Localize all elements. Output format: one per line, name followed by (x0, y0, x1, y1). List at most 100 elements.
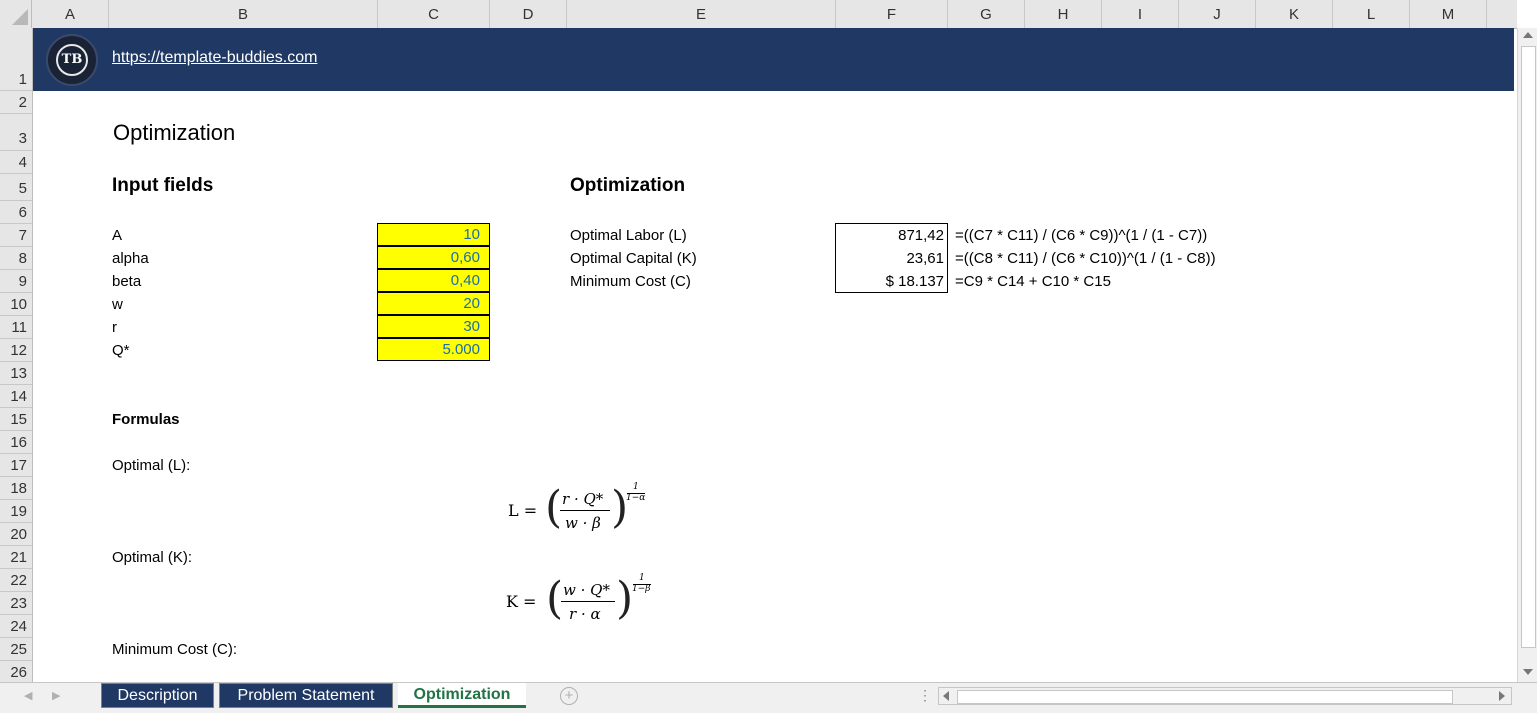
column-header-b[interactable]: B (109, 0, 378, 28)
row-header-20[interactable]: 20 (0, 523, 32, 546)
sheet-tab-bar: ◀ ▶ Description Problem Statement Optimi… (0, 682, 1537, 713)
template-buddies-logo: TB (46, 34, 98, 86)
next-sheet-icon[interactable]: ▶ (52, 689, 60, 702)
row-header-bar: 1 2 3 4 5 6 7 8 9 10 11 12 13 14 15 16 1… (0, 28, 33, 682)
prev-sheet-icon[interactable]: ◀ (24, 689, 32, 702)
row-header-19[interactable]: 19 (0, 500, 32, 523)
input-fields-heading: Input fields (112, 175, 214, 196)
scroll-up-arrow-icon[interactable] (1523, 32, 1533, 38)
column-header-j[interactable]: J (1179, 0, 1256, 28)
column-header-i[interactable]: I (1102, 0, 1179, 28)
minimum-cost-value[interactable]: $ 18.137 (835, 270, 948, 293)
row-header-4[interactable]: 4 (0, 151, 32, 174)
optimal-capital-formula[interactable]: =((C8 * C11) / (C6 * C10))^(1 / (1 - C8)… (955, 250, 1216, 267)
equation-k-numerator: w · Q* (563, 581, 610, 599)
tab-description[interactable]: Description (101, 683, 214, 708)
horizontal-scrollbar[interactable] (938, 687, 1512, 705)
row-header-7[interactable]: 7 (0, 224, 32, 247)
equation-k-exp-den: 1−β (632, 584, 651, 594)
column-header-e[interactable]: E (567, 0, 836, 28)
row-header-9[interactable]: 9 (0, 270, 32, 293)
vertical-scroll-thumb[interactable] (1521, 46, 1536, 648)
input-label-r: r (112, 319, 117, 336)
logo-monogram: TB (56, 44, 88, 76)
sheet-title: Optimization (113, 120, 236, 145)
scroll-down-arrow-icon[interactable] (1523, 669, 1533, 675)
row-header-14[interactable]: 14 (0, 385, 32, 408)
column-header-g[interactable]: G (948, 0, 1025, 28)
row-header-22[interactable]: 22 (0, 569, 32, 592)
optimal-labor-formula[interactable]: =((C7 * C11) / (C6 * C9))^(1 / (1 - C7)) (955, 227, 1207, 244)
column-header-m[interactable]: M (1410, 0, 1487, 28)
row-header-3[interactable]: 3 (0, 114, 32, 151)
equation-l-numerator: r · Q* (562, 490, 604, 508)
column-header-l[interactable]: L (1333, 0, 1410, 28)
equation-k-exp-num: 1 (639, 573, 645, 583)
min-cost-caption: Minimum Cost (C): (112, 641, 238, 658)
row-header-15[interactable]: 15 (0, 408, 32, 431)
tab-problem-statement[interactable]: Problem Statement (219, 683, 393, 708)
equation-l-exp-den: 1−α (626, 493, 646, 503)
website-link[interactable]: https://template-buddies.com (112, 49, 317, 67)
optimization-heading: Optimization (570, 175, 686, 196)
row-header-8[interactable]: 8 (0, 247, 32, 270)
tab-optimization[interactable]: Optimization (398, 683, 526, 708)
optimal-capital-value[interactable]: 23,61 (835, 247, 948, 270)
split-handle-icon[interactable]: ⋮ (918, 687, 932, 703)
row-header-2[interactable]: 2 (0, 91, 32, 114)
optimal-l-caption: Optimal (L): (112, 457, 191, 474)
column-header-f[interactable]: F (836, 0, 948, 28)
add-sheet-icon[interactable]: + (560, 687, 578, 705)
scroll-right-arrow-icon[interactable] (1499, 691, 1505, 701)
equation-k-lhs: K = (506, 592, 537, 611)
row-header-12[interactable]: 12 (0, 339, 32, 362)
column-header-c[interactable]: C (378, 0, 490, 28)
input-label-a: A (112, 227, 123, 244)
column-header-d[interactable]: D (490, 0, 567, 28)
input-cell-a[interactable]: 10 (377, 223, 490, 246)
row-header-18[interactable]: 18 (0, 477, 32, 500)
row-header-16[interactable]: 16 (0, 431, 32, 454)
row-header-21[interactable]: 21 (0, 546, 32, 569)
column-header-bar: A B C D E F G H I J K L M (0, 0, 1517, 29)
equation-l-denominator: w · β (565, 514, 601, 532)
column-header-h[interactable]: H (1025, 0, 1102, 28)
input-label-q: Q* (112, 342, 130, 359)
row-header-24[interactable]: 24 (0, 615, 32, 638)
equation-k: K = ( w · Q* r · α ) 1 1−β (506, 573, 651, 624)
optimal-k-caption: Optimal (K): (112, 549, 193, 566)
optimal-labor-value[interactable]: 871,42 (835, 224, 948, 247)
input-label-beta: beta (112, 273, 142, 290)
row-header-26[interactable]: 26 (0, 661, 32, 682)
select-all-corner[interactable] (0, 0, 32, 28)
row-header-23[interactable]: 23 (0, 592, 32, 615)
minimum-cost-label: Minimum Cost (C) (570, 273, 691, 290)
select-all-icon (12, 9, 28, 25)
row-header-6[interactable]: 6 (0, 201, 32, 224)
input-cell-alpha[interactable]: 0,60 (377, 246, 490, 269)
input-cell-q[interactable]: 5.000 (377, 338, 490, 361)
vertical-scrollbar[interactable] (1517, 28, 1537, 682)
row-header-1[interactable]: 1 (0, 28, 32, 91)
equation-l: L = ( r · Q* w · β ) 1 1−α (508, 482, 646, 533)
horizontal-scroll-thumb[interactable] (957, 690, 1453, 704)
optimal-labor-label: Optimal Labor (L) (570, 227, 687, 244)
scroll-left-arrow-icon[interactable] (943, 691, 949, 701)
row-header-5[interactable]: 5 (0, 174, 32, 201)
row-header-11[interactable]: 11 (0, 316, 32, 339)
input-label-w: w (112, 296, 123, 313)
row-header-10[interactable]: 10 (0, 293, 32, 316)
row-header-25[interactable]: 25 (0, 638, 32, 661)
input-cell-w[interactable]: 20 (377, 292, 490, 315)
equation-l-exp-num: 1 (633, 482, 639, 492)
input-cell-r[interactable]: 30 (377, 315, 490, 338)
row-header-17[interactable]: 17 (0, 454, 32, 477)
input-cell-beta[interactable]: 0,40 (377, 269, 490, 292)
row-header-13[interactable]: 13 (0, 362, 32, 385)
column-header-k[interactable]: K (1256, 0, 1333, 28)
input-label-alpha: alpha (112, 250, 149, 267)
minimum-cost-formula[interactable]: =C9 * C14 + C10 * C15 (955, 273, 1111, 290)
equation-k-denominator: r · α (569, 605, 601, 623)
equation-l-lhs: L = (508, 501, 538, 520)
column-header-a[interactable]: A (32, 0, 109, 28)
